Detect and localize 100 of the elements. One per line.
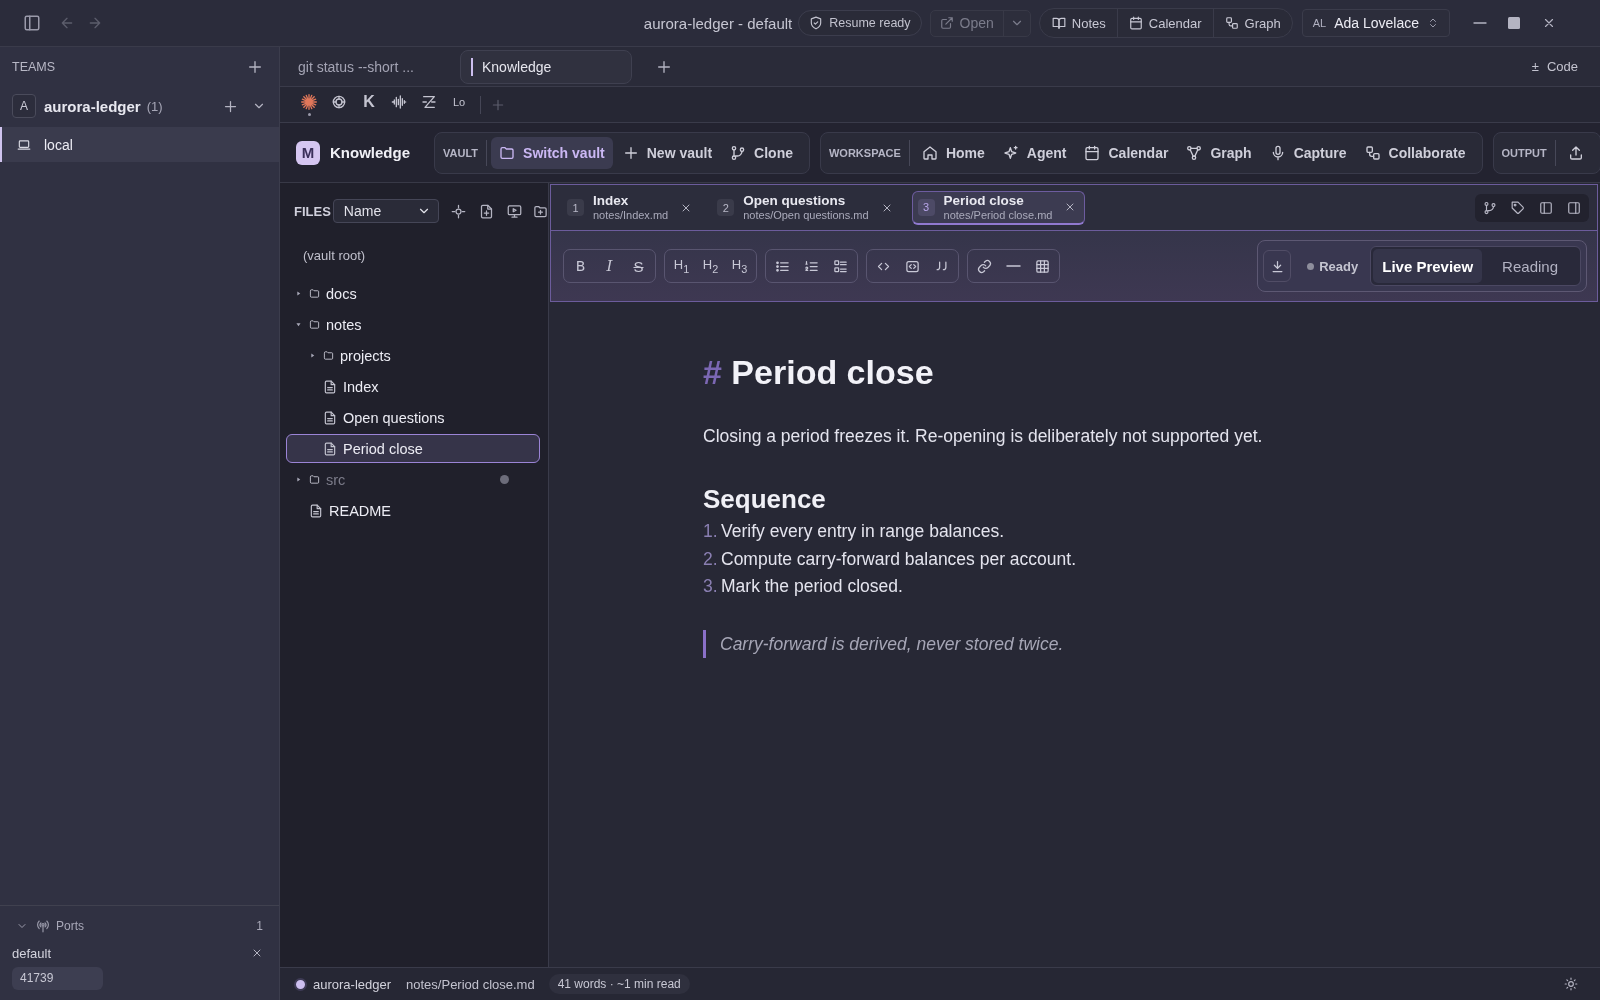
sidebar-toggle-icon[interactable] [23,14,41,32]
tab-title: Period close [943,192,1025,209]
section-title: TEAMS [12,60,56,74]
tab-number: 1 [567,199,584,216]
tree-item[interactable]: projects [286,341,540,370]
sun-icon[interactable] [1564,977,1578,991]
folder-icon [309,288,320,299]
toolbar-button[interactable]: Collaborate [1356,136,1474,169]
add-icon[interactable] [247,59,263,75]
antenna-icon [36,919,50,933]
list-item-text: Mark the period closed. [721,575,903,598]
heading-3-button[interactable]: H$_{3}$ [725,252,754,280]
module-title: Knowledge [330,144,410,161]
session-tab[interactable]: Knowledge [460,49,632,84]
code-toggle-button[interactable]: ± Code [1531,59,1578,74]
toolbar-button[interactable]: Calendar [1076,136,1177,169]
editor-tab[interactable]: 1 Index notes/Index.md [561,190,702,225]
tree-item[interactable]: Open questions [286,403,540,432]
file-icon [323,441,337,456]
tab-path: notes/Open questions.md [743,209,869,222]
tab-path: notes/Index.md [593,209,669,222]
tab-title: Index [593,193,630,209]
app-launcher[interactable]: Lo [444,89,474,120]
chevron-up-down-icon [1427,17,1439,29]
download-icon [1269,258,1285,274]
tree-item[interactable]: Index [286,372,540,401]
editor-tab[interactable]: 3 Period close notes/Period close.md [911,190,1086,225]
view-mode-tab[interactable]: Reading [1482,249,1578,283]
group-label: WORKSPACE [829,139,910,166]
toolbar-button[interactable]: Capture [1261,136,1355,169]
tree-item[interactable]: notes [286,310,540,339]
strikethrough-button[interactable]: S [624,252,653,280]
port-number-field[interactable]: 41739 [12,967,103,990]
tree-item[interactable]: src [286,465,540,494]
ring-logo-icon [331,93,347,110]
heading-1-button[interactable]: H$_{1}$ [667,252,696,280]
download-button[interactable] [1263,250,1292,282]
toolbar-button[interactable]: Clone [722,136,801,169]
sort-dropdown[interactable]: Name [332,199,439,223]
view-mode-tab[interactable]: Live Preview [1373,249,1483,283]
tab-number: 3 [917,198,935,216]
new-file-icon[interactable] [479,203,494,219]
italic-button[interactable]: I [595,252,624,280]
calendar-icon [1128,16,1143,30]
tab-path: notes/Period close.md [943,208,1053,222]
monitor-icon[interactable] [507,203,522,219]
team-avatar: A [12,94,36,118]
toolbar-button[interactable]: Graph [1178,136,1260,169]
checklist-icon [833,258,848,274]
close-icon[interactable] [1542,16,1556,30]
striped-z-logo-icon [421,93,437,110]
caret-icon[interactable] [309,352,316,359]
folder-icon [309,474,320,485]
window-title: aurora-ledger - default [643,14,793,32]
crosshair-icon[interactable] [451,203,466,219]
tree-item[interactable]: docs [286,279,540,308]
toolbar-button[interactable]: Agent [994,136,1075,169]
caret-icon[interactable] [295,290,302,297]
folder-icon [499,144,516,161]
right-panel-icon[interactable] [1567,200,1581,215]
toolbar-button[interactable]: New vault [614,136,721,169]
new-tab-icon[interactable] [656,58,672,75]
blockquote: Carry-forward is derived, never stored twice. [703,629,1600,658]
heading-2-button[interactable]: H$_{2}$ [696,252,725,280]
list-item-text: Verify every entry in range balances. [721,520,1005,543]
waveform-logo-icon [391,93,407,110]
user-selector[interactable]: AL Ada Lovelace [1301,9,1450,37]
tag-icon[interactable] [1511,200,1525,215]
book-icon [1051,16,1066,30]
session-tab[interactable]: git status --short ... [280,49,450,84]
toolbar-button[interactable]: Home [913,136,993,169]
numbered-list-icon [804,258,819,274]
vault-dot-icon [294,977,307,991]
bold-button[interactable]: B [566,252,595,280]
sidebar-item[interactable]: local [0,127,279,162]
left-panel-icon[interactable] [1539,200,1553,215]
tab-number: 2 [717,199,735,216]
status-dot-icon [1307,262,1315,270]
new-folder-icon[interactable] [533,203,548,219]
section-title: Ports [56,919,84,933]
close-icon[interactable] [251,947,263,959]
status-dot-icon [500,475,509,484]
caret-icon[interactable] [295,321,302,328]
file-icon [323,379,337,394]
branch-icon [730,144,747,161]
branch-icon[interactable] [1483,200,1497,215]
vault-name: aurora-ledger [313,976,392,992]
toolbar-button[interactable]: Switch vault [491,136,613,169]
team-item[interactable]: A aurora-ledger (1) [0,87,279,125]
view-button[interactable]: Notes [1039,9,1117,37]
caret-icon[interactable] [295,476,302,483]
view-button[interactable]: Calendar [1116,9,1213,37]
tree-item[interactable]: Period close [286,434,540,463]
list-number: 2. [703,547,719,571]
add-icon[interactable] [223,98,238,114]
editor-tab[interactable]: 2 Open questions notes/Open questions.md [711,190,902,225]
app-logo: M [296,140,320,165]
app-launcher[interactable]: K [354,89,384,120]
view-button[interactable]: Graph [1212,9,1292,37]
tree-item[interactable]: README [286,496,540,525]
